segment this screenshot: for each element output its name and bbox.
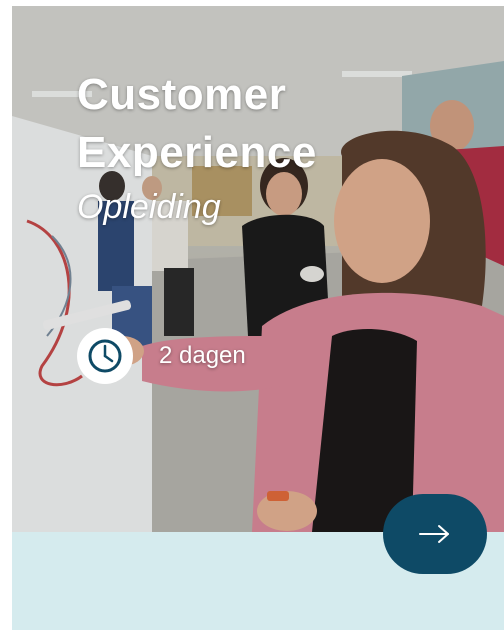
course-title: Customer Experience xyxy=(77,66,317,182)
course-title-line1: Customer xyxy=(77,70,287,119)
arrow-right-icon xyxy=(419,525,449,543)
course-type: Opleiding xyxy=(77,188,221,226)
course-card[interactable]: Customer Experience Opleiding 2 dagen xyxy=(12,6,504,630)
duration-info: 2 dagen xyxy=(77,328,246,384)
next-button[interactable] xyxy=(383,494,487,574)
course-title-line2: Experience xyxy=(77,128,317,177)
duration-label: 2 dagen xyxy=(159,342,246,369)
clock-icon xyxy=(77,328,133,384)
